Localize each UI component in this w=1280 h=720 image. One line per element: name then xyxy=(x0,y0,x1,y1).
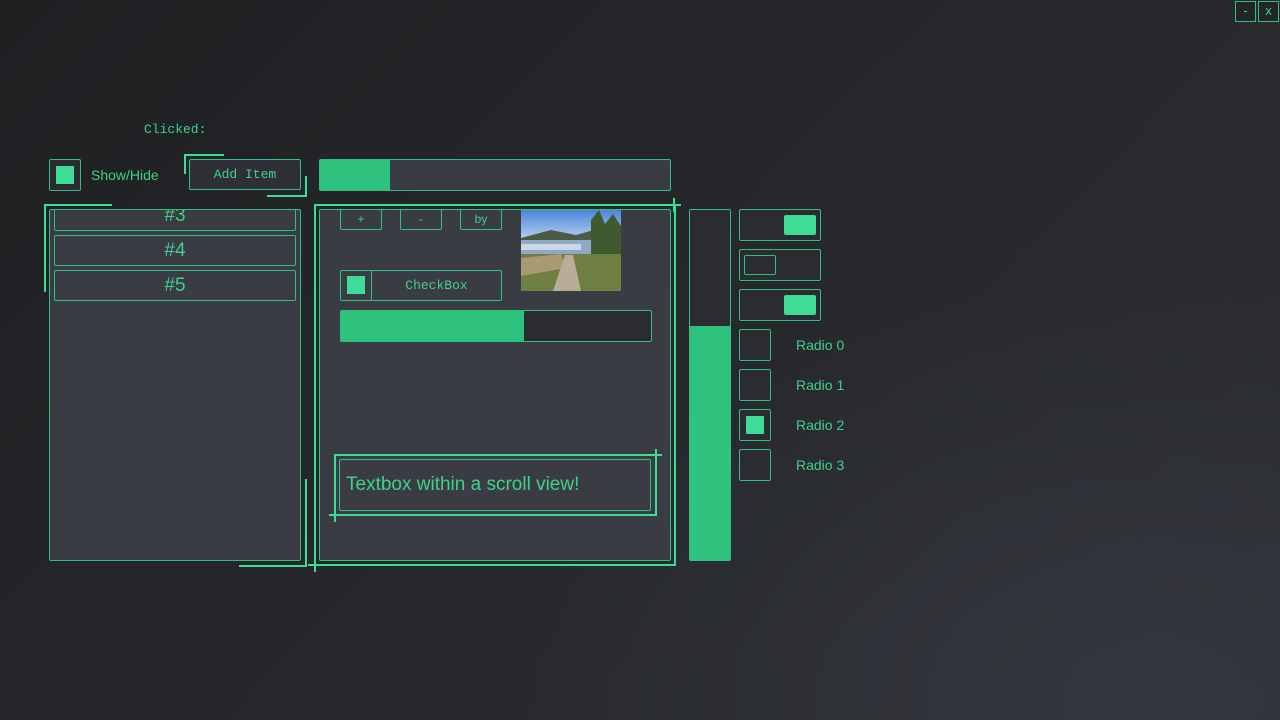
textbox-corner-tick xyxy=(650,454,662,456)
scroll-progress-fill xyxy=(341,311,524,341)
checkbox-check-indicator xyxy=(347,276,365,294)
by-button[interactable]: by xyxy=(460,210,502,230)
show-hide-label: Show/Hide xyxy=(91,167,159,183)
list-item[interactable]: #4 xyxy=(54,235,296,266)
toggle-knob xyxy=(744,255,776,275)
toggle-switch-1[interactable] xyxy=(739,249,821,281)
radio-2-label: Radio 2 xyxy=(796,417,845,433)
textbox-corner-tick xyxy=(334,510,336,522)
decrement-button[interactable]: - xyxy=(400,210,442,230)
radio-1[interactable] xyxy=(739,369,771,401)
checkbox-box[interactable] xyxy=(341,271,372,300)
vertical-slider-fill xyxy=(690,325,730,560)
checkbox-control[interactable]: CheckBox xyxy=(340,270,502,301)
checkbox-check-indicator xyxy=(56,166,74,184)
radio-3-label: Radio 3 xyxy=(796,457,845,473)
top-progress-bar xyxy=(319,159,671,191)
textbox-corner-tick xyxy=(329,514,341,516)
scroll-view-corner-tick xyxy=(667,204,681,206)
close-button[interactable]: x xyxy=(1258,1,1279,22)
show-hide-checkbox[interactable] xyxy=(49,159,81,191)
radio-2[interactable] xyxy=(739,409,771,441)
toggle-switch-0[interactable] xyxy=(739,209,821,241)
scroll-progress-bar xyxy=(340,310,652,342)
top-progress-fill xyxy=(320,160,390,190)
clicked-status-label: Clicked: xyxy=(144,122,207,137)
radio-0[interactable] xyxy=(739,329,771,361)
scroll-textbox[interactable]: Textbox within a scroll view! xyxy=(339,459,651,511)
checkbox-label: CheckBox xyxy=(405,278,468,293)
landscape-image xyxy=(521,210,621,291)
increment-button[interactable]: + xyxy=(340,210,382,230)
item-list[interactable]: #3 #4 #5 xyxy=(49,209,301,561)
scroll-view-corner-tick xyxy=(308,564,322,566)
radio-3[interactable] xyxy=(739,449,771,481)
radio-0-label: Radio 0 xyxy=(796,337,845,353)
list-item[interactable]: #3 xyxy=(54,210,296,231)
radio-1-label: Radio 1 xyxy=(796,377,845,393)
minimize-button[interactable]: - xyxy=(1235,1,1256,22)
toggle-knob xyxy=(784,295,816,315)
list-item[interactable]: #5 xyxy=(54,270,296,301)
toggle-switch-2[interactable] xyxy=(739,289,821,321)
toggle-knob xyxy=(784,215,816,235)
radio-selected-indicator xyxy=(746,416,764,434)
add-item-button[interactable]: Add Item xyxy=(189,159,301,190)
vertical-slider[interactable] xyxy=(689,209,731,561)
